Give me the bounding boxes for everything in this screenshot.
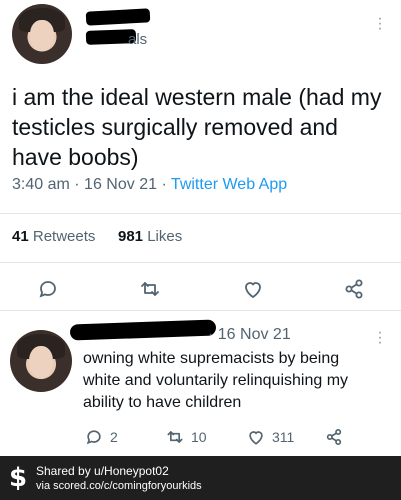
reply-date: · 16 Nov 21 (208, 326, 291, 343)
shared-by-text: Shared by u/Honeypot02 (36, 464, 169, 478)
reply-reply-count: 2 (110, 429, 118, 445)
reply-retweet-icon[interactable] (165, 427, 185, 447)
via-link[interactable]: via scored.co/c/comingforyourkids (36, 480, 202, 492)
retweets-count: 41 (12, 228, 29, 245)
redacted-reply-name (69, 319, 217, 341)
reply-share-icon[interactable] (324, 427, 344, 447)
likes-stat[interactable]: 981 Likes (118, 228, 182, 245)
likes-count: 981 (118, 228, 144, 245)
retweets-stat[interactable]: 41 Retweets (12, 228, 95, 245)
reply-avatar[interactable] (10, 330, 72, 392)
reply-like-icon[interactable] (246, 427, 266, 447)
reply-more-options-icon[interactable]: · · · (377, 325, 383, 351)
divider (0, 310, 401, 311)
retweets-label: Retweets (32, 228, 96, 245)
retweet-icon[interactable] (138, 277, 162, 301)
reply-reply-icon[interactable] (84, 427, 104, 447)
reply-retweet-count: 10 (191, 429, 207, 445)
scored-logo-icon: $ (9, 463, 28, 493)
more-options-icon[interactable]: · · · (377, 11, 383, 37)
avatar[interactable] (12, 4, 72, 64)
reply-like-count: 311 (272, 429, 295, 445)
handle-fragment: als (128, 31, 148, 48)
tweet-text: i am the ideal western male (had my test… (12, 84, 382, 170)
redacted-display-name (85, 8, 151, 26)
tweet-source[interactable]: Twitter Web App (171, 176, 287, 193)
share-footer: $ Shared by u/Honeypot02 via scored.co/c… (0, 456, 401, 500)
avatar-face (28, 346, 54, 379)
meta-separator: · (74, 176, 85, 193)
like-icon[interactable] (241, 277, 265, 301)
reply-icon[interactable] (36, 277, 60, 301)
tweet-meta: 3:40 am · 16 Nov 21 · Twitter Web App (12, 176, 287, 194)
share-icon[interactable] (342, 277, 366, 301)
avatar-face (30, 19, 54, 51)
divider (0, 262, 401, 263)
meta-separator: · (161, 176, 171, 193)
reply-text: owning white supremacists by being white… (83, 350, 349, 411)
divider (0, 213, 401, 214)
likes-label: Likes (147, 228, 183, 245)
tweet-time: 3:40 am (12, 176, 70, 193)
tweet-date: 16 Nov 21 (84, 176, 157, 193)
